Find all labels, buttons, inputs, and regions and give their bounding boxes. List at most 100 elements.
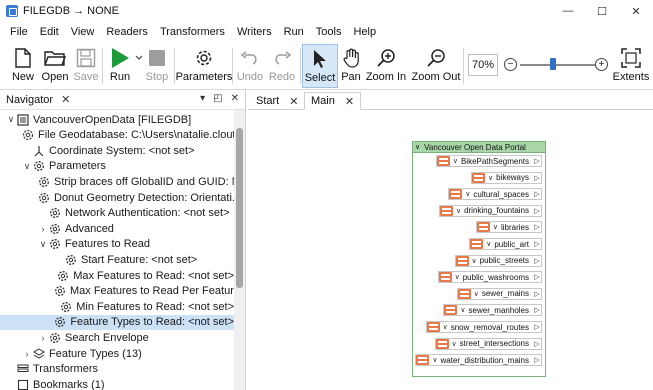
menu-writers[interactable]: Writers <box>231 26 278 38</box>
feature-type-chevron-icon[interactable]: ∨ <box>443 323 448 331</box>
navigator-close-panel-icon[interactable]: ✕ <box>231 93 239 104</box>
feature-type-chevron-icon[interactable]: ∨ <box>432 356 437 364</box>
feature-type-chevron-icon[interactable]: ∨ <box>456 207 461 215</box>
undo-button[interactable]: Undo <box>236 44 264 88</box>
navigator-close-icon[interactable]: ✕ <box>61 93 70 106</box>
tree-item[interactable]: File Geodatabase: C:\Users\natalie.clout… <box>0 128 234 143</box>
stop-button[interactable]: Stop <box>144 44 170 88</box>
navigator-menu-icon[interactable]: ▾ <box>200 93 205 104</box>
tree-item[interactable]: Strip braces off GlobalID and GUID: No <box>0 174 234 189</box>
output-port-icon[interactable]: ▷ <box>533 356 541 364</box>
tab-start-close-icon[interactable]: ✕ <box>289 95 298 108</box>
maximize-button[interactable]: ☐ <box>585 0 619 22</box>
feature-type-port[interactable]: ∨ public_washrooms ▷ <box>437 271 542 284</box>
tab-start[interactable]: Start ✕ <box>250 92 304 110</box>
output-port-icon[interactable]: ▷ <box>533 306 541 314</box>
feature-type-chevron-icon[interactable]: ∨ <box>465 190 470 198</box>
pan-button[interactable]: Pan <box>340 44 362 88</box>
save-button[interactable]: Save <box>72 44 100 88</box>
menu-transformers[interactable]: Transformers <box>154 26 231 38</box>
redo-button[interactable]: Redo <box>268 44 296 88</box>
minimize-button[interactable]: — <box>551 0 585 22</box>
tree-item[interactable]: Donut Geometry Detection: Orientati... <box>0 190 234 205</box>
feature-type-chevron-icon[interactable]: ∨ <box>493 223 498 231</box>
feature-type-chevron-icon[interactable]: ∨ <box>452 340 457 348</box>
output-port-icon[interactable]: ▷ <box>533 340 541 348</box>
parameters-button[interactable]: Parameters <box>176 44 232 88</box>
expand-chevron-icon[interactable]: › <box>22 346 32 361</box>
zoom-slider-track[interactable] <box>520 64 596 66</box>
output-port-icon[interactable]: ▷ <box>533 323 541 331</box>
feature-type-chevron-icon[interactable]: ∨ <box>486 240 491 248</box>
feature-type-port[interactable]: ∨ snow_removal_routes ▷ <box>425 321 542 333</box>
zoom-minus-icon[interactable]: − <box>504 58 517 71</box>
tree-item[interactable]: ∨ VancouverOpenData [FILEGDB] <box>0 112 234 127</box>
menu-tools[interactable]: Tools <box>310 26 348 38</box>
tree-item[interactable]: Feature Types to Read: <not set> <box>0 314 234 330</box>
feature-type-port[interactable]: ∨ street_intersections ▷ <box>434 337 542 350</box>
output-port-icon[interactable]: ▷ <box>533 273 541 281</box>
reader-node-header[interactable]: ∨ Vancouver Open Data Portal <box>413 142 545 153</box>
tree-item[interactable]: Coordinate System: <not set> <box>0 143 234 158</box>
tree-item[interactable]: Bookmarks (1) <box>0 377 234 390</box>
menu-edit[interactable]: Edit <box>34 26 65 38</box>
output-port-icon[interactable]: ▷ <box>533 240 541 248</box>
feature-type-port[interactable]: ∨ water_distribution_mains ▷ <box>415 354 542 367</box>
feature-type-port[interactable]: ∨ BikePathSegments ▷ <box>435 155 542 167</box>
feature-type-chevron-icon[interactable]: ∨ <box>453 157 458 165</box>
feature-type-port[interactable]: ∨ drinking_fountains ▷ <box>438 204 542 217</box>
scrollbar-thumb[interactable] <box>236 128 243 288</box>
menu-help[interactable]: Help <box>347 26 382 38</box>
menu-run[interactable]: Run <box>278 26 310 38</box>
navigator-scrollbar[interactable] <box>234 110 245 390</box>
expand-chevron-icon[interactable]: › <box>38 330 48 345</box>
tree-item[interactable]: Max Features to Read Per Featur... <box>0 284 234 299</box>
run-button[interactable]: Run <box>106 44 134 88</box>
output-port-icon[interactable]: ▷ <box>533 257 541 265</box>
tree-item[interactable]: Start Feature: <not set> <box>0 252 234 267</box>
tab-main[interactable]: Main ✕ <box>304 92 362 110</box>
tree-item[interactable]: › Advanced <box>0 221 234 236</box>
reader-node[interactable]: ∨ Vancouver Open Data Portal ∨ BikePathSe… <box>412 141 546 377</box>
workspace-canvas[interactable]: ∨ Vancouver Open Data Portal ∨ BikePathSe… <box>248 111 653 390</box>
feature-type-port[interactable]: ∨ libraries ▷ <box>475 221 542 234</box>
tree-item[interactable]: Max Features to Read: <not set> <box>0 268 234 283</box>
tab-main-close-icon[interactable]: ✕ <box>345 95 354 108</box>
run-dropdown[interactable] <box>134 44 144 88</box>
feature-type-port[interactable]: ∨ public_streets ▷ <box>454 254 542 267</box>
tree-item[interactable]: › Search Envelope <box>0 330 234 345</box>
menu-file[interactable]: File <box>4 26 34 38</box>
expand-chevron-icon[interactable]: ∨ <box>22 159 32 174</box>
feature-type-port[interactable]: ∨ public_art ▷ <box>469 238 542 250</box>
expand-chevron-icon[interactable]: ∨ <box>6 112 16 127</box>
zoom-in-button[interactable]: Zoom In <box>366 44 406 88</box>
collapse-chevron-icon[interactable]: ∨ <box>415 143 420 151</box>
feature-type-port[interactable]: ∨ cultural_spaces ▷ <box>448 188 542 201</box>
tree-item[interactable]: Min Features to Read: <not set> <box>0 299 234 314</box>
output-port-icon[interactable]: ▷ <box>533 190 541 198</box>
feature-type-chevron-icon[interactable]: ∨ <box>488 174 493 182</box>
select-button[interactable]: Select <box>302 44 338 88</box>
output-port-icon[interactable]: ▷ <box>533 174 541 182</box>
tree-item[interactable]: Transformers <box>0 362 234 377</box>
extents-button[interactable]: Extents <box>613 44 649 88</box>
tree-item[interactable]: › Feature Types (13) <box>0 346 234 361</box>
feature-type-port[interactable]: ∨ sewer_manholes ▷ <box>443 304 542 317</box>
feature-type-chevron-icon[interactable]: ∨ <box>472 257 477 265</box>
open-button[interactable]: Open <box>40 44 70 88</box>
output-port-icon[interactable]: ▷ <box>533 207 541 215</box>
navigator-float-icon[interactable]: ◰ <box>213 93 222 104</box>
new-button[interactable]: New <box>8 44 38 88</box>
feature-type-chevron-icon[interactable]: ∨ <box>474 290 479 298</box>
zoom-plus-icon[interactable]: + <box>595 58 608 71</box>
output-port-icon[interactable]: ▷ <box>533 223 541 231</box>
output-port-icon[interactable]: ▷ <box>533 157 541 165</box>
feature-type-chevron-icon[interactable]: ∨ <box>460 306 465 314</box>
feature-type-port[interactable]: ∨ sewer_mains ▷ <box>456 287 542 300</box>
feature-type-chevron-icon[interactable]: ∨ <box>455 273 460 281</box>
zoom-level-field[interactable]: 70% <box>468 54 498 76</box>
tree-item[interactable]: ∨ Features to Read <box>0 237 234 252</box>
expand-chevron-icon[interactable]: › <box>38 221 48 236</box>
zoom-slider-thumb[interactable] <box>550 58 557 70</box>
menu-view[interactable]: View <box>65 26 101 38</box>
